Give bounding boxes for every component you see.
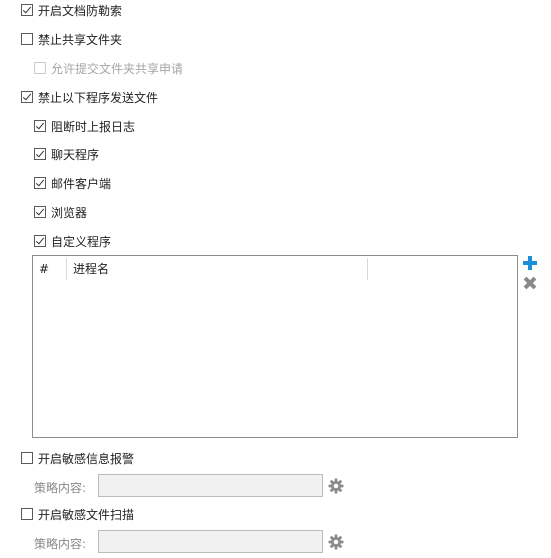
column-divider[interactable]: [66, 258, 67, 280]
alert-policy-label: 策略内容:: [34, 481, 87, 495]
scan-policy-input[interactable]: [98, 530, 323, 553]
sensitive-alert-option[interactable]: 开启敏感信息报警: [21, 449, 134, 467]
custom-programs-checkbox[interactable]: [34, 235, 46, 247]
chat-programs-label: 聊天程序: [51, 147, 100, 162]
gear-icon[interactable]: [328, 478, 344, 494]
report-log-option[interactable]: 阻断时上报日志: [34, 117, 135, 135]
block-programs-option[interactable]: 禁止以下程序发送文件: [21, 88, 158, 106]
plus-icon[interactable]: [522, 255, 538, 271]
mail-clients-checkbox[interactable]: [34, 177, 46, 189]
sensitive-scan-option[interactable]: 开启敏感文件扫描: [21, 505, 134, 523]
doc-ransomware-label: 开启文档防勒索: [38, 3, 123, 18]
process-table[interactable]: # 进程名: [32, 255, 518, 438]
column-divider[interactable]: [367, 258, 368, 280]
block-programs-label: 禁止以下程序发送文件: [38, 90, 159, 105]
column-header-process-name[interactable]: 进程名: [73, 256, 109, 282]
custom-programs-label: 自定义程序: [51, 234, 112, 249]
mail-clients-option[interactable]: 邮件客户端: [34, 174, 111, 192]
chat-programs-checkbox[interactable]: [34, 148, 46, 160]
browsers-checkbox[interactable]: [34, 206, 46, 218]
sensitive-alert-label: 开启敏感信息报警: [38, 451, 135, 466]
block-programs-checkbox[interactable]: [21, 91, 33, 103]
disable-shared-folder-option[interactable]: 禁止共享文件夹: [21, 30, 122, 48]
report-log-checkbox[interactable]: [34, 120, 46, 132]
close-icon[interactable]: [522, 275, 538, 291]
browsers-option[interactable]: 浏览器: [34, 203, 87, 221]
disable-shared-folder-label: 禁止共享文件夹: [38, 32, 123, 47]
disable-shared-folder-checkbox[interactable]: [21, 33, 33, 45]
sensitive-alert-checkbox[interactable]: [21, 452, 33, 464]
custom-programs-option[interactable]: 自定义程序: [34, 232, 111, 250]
doc-ransomware-checkbox[interactable]: [21, 4, 33, 16]
process-table-header: # 进程名: [33, 256, 517, 282]
doc-ransomware-option[interactable]: 开启文档防勒索: [21, 1, 122, 19]
allow-submit-shared-request-option: 允许提交文件夹共享申请: [34, 59, 183, 77]
allow-submit-shared-request-label: 允许提交文件夹共享申请: [51, 61, 184, 76]
allow-submit-shared-request-checkbox: [34, 62, 46, 74]
sensitive-scan-checkbox[interactable]: [21, 508, 33, 520]
mail-clients-label: 邮件客户端: [51, 176, 112, 191]
scan-policy-label: 策略内容:: [34, 537, 87, 551]
gear-icon[interactable]: [328, 534, 344, 550]
browsers-label: 浏览器: [51, 205, 88, 220]
alert-policy-input[interactable]: [98, 474, 323, 497]
report-log-label: 阻断时上报日志: [51, 119, 136, 134]
sensitive-scan-label: 开启敏感文件扫描: [38, 507, 135, 522]
column-header-index[interactable]: #: [39, 256, 49, 282]
chat-programs-option[interactable]: 聊天程序: [34, 145, 99, 163]
